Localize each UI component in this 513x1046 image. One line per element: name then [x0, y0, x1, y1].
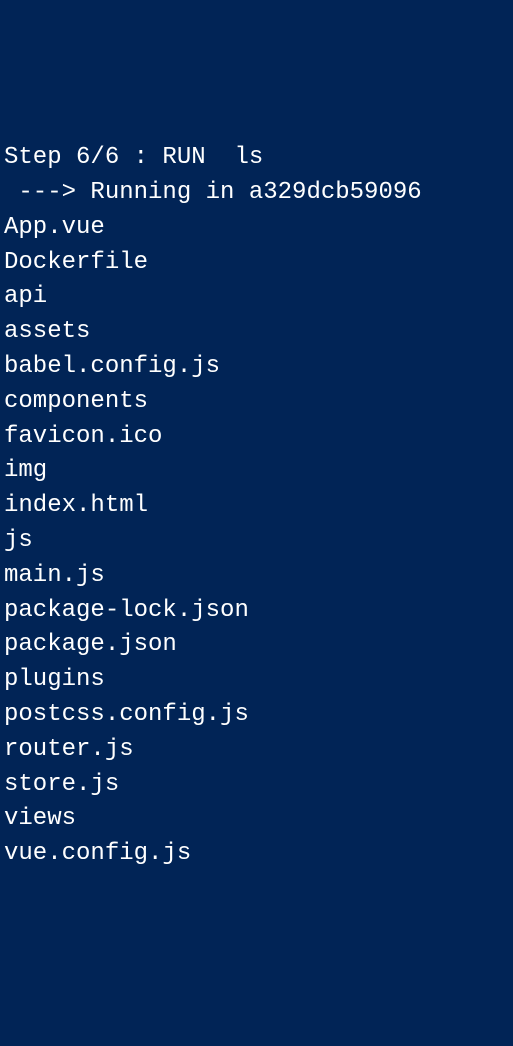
file-entry: vue.config.js	[4, 837, 509, 872]
file-entry: router.js	[4, 733, 509, 768]
file-entry: package-lock.json	[4, 594, 509, 629]
file-entry: App.vue	[4, 211, 509, 246]
file-entry: api	[4, 280, 509, 315]
file-entry: components	[4, 385, 509, 420]
docker-running-line: ---> Running in a329dcb59096	[4, 176, 509, 211]
file-entry: store.js	[4, 768, 509, 803]
file-entry: main.js	[4, 559, 509, 594]
file-entry: package.json	[4, 628, 509, 663]
file-entry: assets	[4, 315, 509, 350]
file-entry: postcss.config.js	[4, 698, 509, 733]
file-entry: views	[4, 802, 509, 837]
file-entry: favicon.ico	[4, 420, 509, 455]
file-entry: babel.config.js	[4, 350, 509, 385]
file-entry: img	[4, 454, 509, 489]
docker-step-line: Step 6/6 : RUN ls	[4, 141, 509, 176]
file-entry: plugins	[4, 663, 509, 698]
file-entry: index.html	[4, 489, 509, 524]
file-entry: Dockerfile	[4, 246, 509, 281]
file-entry: js	[4, 524, 509, 559]
